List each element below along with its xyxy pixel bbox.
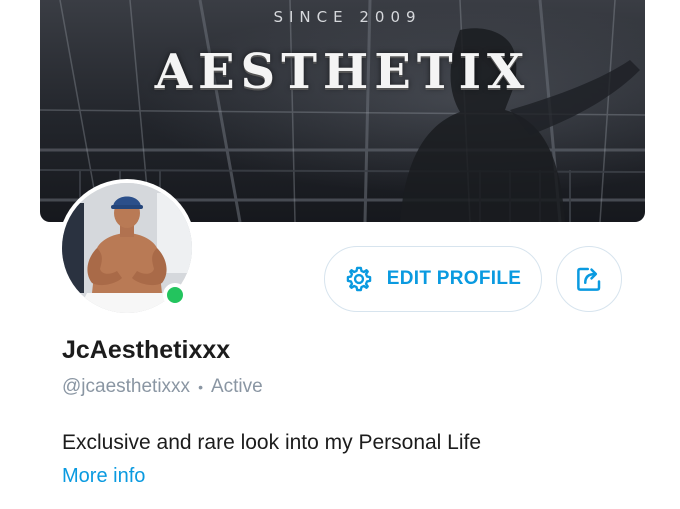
gear-icon <box>346 266 371 292</box>
edit-profile-label: EDIT PROFILE <box>386 268 522 289</box>
display-name: JcAesthetixxx <box>62 336 231 364</box>
profile-page: SINCE 2009 AESTHETIX EDIT PROFILE JcAest… <box>0 0 680 509</box>
banner-since-text: SINCE 2009 <box>273 8 422 26</box>
banner-logo-text: AESTHETIX <box>154 44 531 100</box>
more-info-link[interactable]: More info <box>62 465 145 488</box>
profile-bio: Exclusive and rare look into my Personal… <box>62 431 482 454</box>
share-icon <box>577 267 601 291</box>
activity-status: Active <box>210 376 263 397</box>
edit-profile-button[interactable]: EDIT PROFILE <box>324 246 542 312</box>
separator-dot: • <box>198 379 203 395</box>
online-status-indicator <box>163 283 187 307</box>
share-button[interactable] <box>556 246 622 312</box>
handle-row: @jcaesthetixxx • Active <box>62 376 263 398</box>
username-handle: @jcaesthetixxx <box>62 376 191 397</box>
